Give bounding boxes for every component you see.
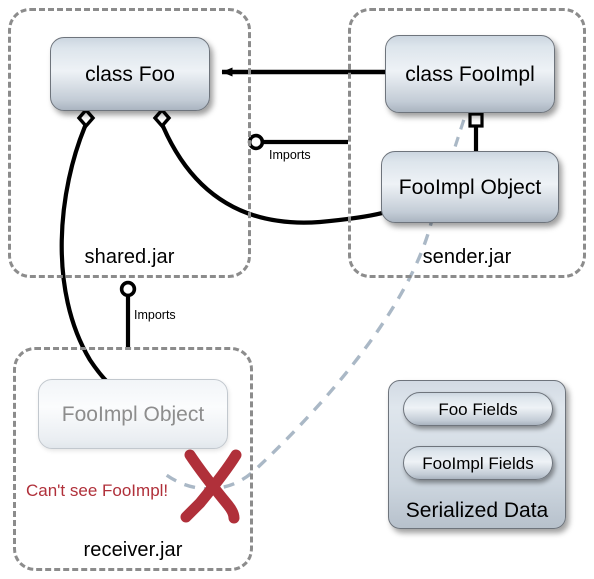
imports-sender-label: Imports (269, 148, 311, 162)
node-serialized-data-label: Serialized Data (405, 499, 549, 522)
node-foo-fields-label: Foo Fields (438, 399, 518, 419)
node-fooimpl-object-sender-label: FooImpl Object (398, 175, 542, 199)
node-foo-fields[interactable]: Foo Fields (403, 392, 553, 426)
node-class-fooimpl-label: class FooImpl (405, 62, 535, 86)
jar-shared-label: shared.jar (84, 246, 175, 268)
node-fooimpl-object-receiver-ghost[interactable]: FooImpl Object (38, 379, 228, 449)
cant-see-fooimpl-label: Can't see FooImpl! (26, 481, 169, 500)
node-fooimpl-object-sender[interactable]: FooImpl Object (381, 151, 559, 223)
node-fooimpl-object-receiver-ghost-label: FooImpl Object (61, 402, 205, 426)
node-serialized-data[interactable]: Foo Fields FooImpl Fields Serialized Dat… (388, 380, 566, 529)
diagram-canvas: ghost FooImpl Object (receiver) --> shar… (0, 0, 594, 579)
jar-receiver-label: receiver.jar (83, 539, 183, 561)
node-fooimpl-fields-label: FooImpl Fields (422, 453, 534, 473)
imports-sender-socket-icon (247, 133, 265, 151)
jar-sender-label: sender.jar (422, 246, 512, 268)
node-class-fooimpl[interactable]: class FooImpl (385, 35, 555, 113)
node-class-foo-label: class Foo (85, 62, 175, 86)
node-class-foo[interactable]: class Foo (50, 37, 210, 111)
imports-receiver-socket-icon (119, 280, 137, 298)
node-fooimpl-fields[interactable]: FooImpl Fields (403, 446, 553, 480)
imports-receiver-label: Imports (134, 308, 176, 322)
